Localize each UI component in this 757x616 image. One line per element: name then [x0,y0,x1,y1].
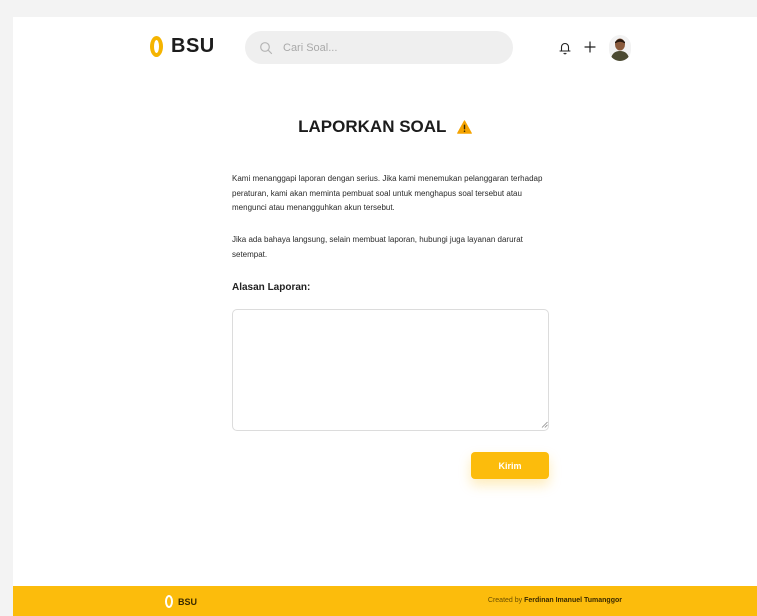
report-title-row: LAPORKAN SOAL [13,117,757,137]
warning-icon [456,120,472,134]
brand-logo[interactable]: BSU [150,35,215,58]
footer-credit: Created by Ferdinan Imanuel Tumanggor [488,597,622,604]
reason-textarea[interactable] [232,309,549,431]
resize-handle-icon[interactable] [541,421,548,428]
search-icon [260,41,273,54]
credit-author: Ferdinan Imanuel Tumanggor [524,597,622,604]
plus-icon[interactable] [583,39,597,55]
page: BSU LAPORKAN SOAL Kami menang [13,17,757,616]
brand-name: BSU [171,35,215,57]
report-description: Kami menanggapi laporan dengan serius. J… [232,174,543,212]
footer: BSU Created by Ferdinan Imanuel Tumanggo… [13,586,757,616]
credit-prefix: Created by [487,597,523,604]
search-input[interactable] [281,40,505,55]
bell-icon[interactable] [558,40,572,56]
footer-logo[interactable]: BSU [165,595,197,608]
page-title: LAPORKAN SOAL [298,117,447,136]
submit-button[interactable]: Kirim [471,452,549,479]
search-bar[interactable] [245,31,513,64]
avatar[interactable] [609,35,631,61]
emergency-note: Jika ada bahaya langsung, selain membuat… [232,235,523,259]
logo-icon [165,595,173,608]
footer-brand: BSU [178,596,198,607]
reason-label: Alasan Laporan: [232,282,311,293]
logo-icon [150,36,163,57]
